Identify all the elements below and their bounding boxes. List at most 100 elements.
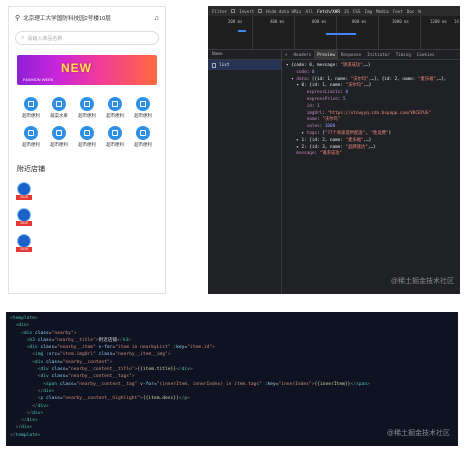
location-text: 北京理工大学国防科技园2号楼10层	[23, 16, 111, 22]
network-timeline[interactable]: 200 ms 400 ms 600 ms 800 ms 1000 ms 1200…	[208, 16, 460, 50]
category-icon	[52, 126, 66, 140]
shop-tag: 2019	[16, 195, 32, 200]
watermark: @稀土掘金技术社区	[386, 430, 450, 437]
filter-option[interactable]: Media	[376, 9, 389, 14]
category-label: 超市便利	[78, 142, 96, 147]
timeline-label: 800 ms	[352, 19, 367, 24]
shop-logo	[17, 234, 31, 248]
category-icon	[24, 97, 38, 111]
name-column-header[interactable]: Name	[208, 50, 281, 60]
category-label: 超市便利	[106, 142, 124, 147]
tab-headers[interactable]: Headers	[291, 50, 315, 59]
tab-initiator[interactable]: Initiator	[364, 50, 393, 59]
request-waterfall-bar	[326, 33, 356, 35]
filter-bar: Filter Invert Hide data URLs All Fetch/X…	[208, 6, 460, 16]
category-item[interactable]: 超市便利	[73, 97, 101, 119]
category-item[interactable]: 超市便利	[129, 126, 157, 148]
location-pin-icon: ⚲	[15, 15, 21, 22]
banner-subtext: FASHION WEEK	[23, 77, 54, 82]
promo-banner[interactable]: NEW FASHION WEEK	[17, 55, 157, 85]
checkbox-icon[interactable]	[231, 9, 236, 13]
category-item[interactable]: 超市便利	[17, 97, 45, 119]
search-icon: ⌕	[21, 34, 25, 41]
filter-option[interactable]: Doc	[407, 9, 415, 14]
timeline-label: 1200 ms	[430, 19, 447, 24]
shop-logo	[17, 208, 31, 222]
category-icon	[24, 126, 38, 140]
detail-tabs: × Headers Preview Response Initiator Tim…	[282, 50, 460, 60]
category-icon	[108, 97, 122, 111]
shop-thumbnail[interactable]: 2019	[16, 208, 32, 226]
timeline-label: 600 ms	[312, 19, 327, 24]
location-bar[interactable]: ⚲ 北京理工大学国防科技园2号楼10层 ♫	[9, 7, 165, 29]
tab-timing[interactable]: Timing	[393, 50, 414, 59]
timeline-label: 14	[454, 19, 459, 24]
mobile-preview: ⚲ 北京理工大学国防科技园2号楼10层 ♫ ⌕ 请输入商品名称 NEW FASH…	[8, 6, 166, 294]
category-label: 超市便利	[134, 113, 152, 118]
filter-option[interactable]: Invert	[239, 9, 254, 14]
category-item[interactable]: 超市便利	[129, 97, 157, 119]
timeline-label: 1000 ms	[392, 19, 409, 24]
filter-option[interactable]: W	[418, 9, 421, 14]
json-preview: ▾ {code: 0, message: "请求成功",…} code: 0 ▾…	[286, 63, 447, 157]
category-icon	[80, 97, 94, 111]
category-label: 超市便利	[78, 113, 96, 118]
tab-preview[interactable]: Preview	[314, 50, 338, 59]
shop-thumbnail[interactable]: 2019	[16, 234, 32, 252]
category-item[interactable]: 超市便利	[17, 126, 45, 148]
filter-option[interactable]: Font	[393, 9, 403, 14]
shop-tag: 2019	[16, 247, 32, 252]
category-item[interactable]: 超市便利	[101, 126, 129, 148]
category-icon	[136, 126, 150, 140]
top-panel: ⚲ 北京理工大学国防科技园2号楼10层 ♫ ⌕ 请输入商品名称 NEW FASH…	[0, 0, 465, 300]
search-placeholder: 请输入商品名称	[27, 35, 63, 42]
category-label: 超市便利	[22, 142, 40, 147]
devtools-network-panel: Filter Invert Hide data URLs All Fetch/X…	[208, 6, 460, 294]
file-icon	[212, 62, 216, 68]
watermark: @稀土掘金技术社区	[390, 278, 454, 285]
shop-thumbnail[interactable]: 2019	[16, 182, 32, 200]
request-name: list	[219, 62, 230, 68]
category-item[interactable]: 超市便利	[73, 126, 101, 148]
category-label: 蔬菜水果	[50, 113, 68, 118]
response-pane: × Headers Preview Response Initiator Tim…	[282, 50, 460, 294]
request-list: Name list	[208, 50, 282, 294]
category-icon	[136, 97, 150, 111]
request-panels: Name list × Headers Preview Response Ini…	[208, 50, 460, 294]
code-content: <template> <div> <div class="nearby"> <h…	[10, 316, 370, 438]
shop-tag: 2019	[16, 221, 32, 226]
filter-option-active[interactable]: Fetch/XHR	[317, 9, 340, 14]
category-label: 超市便利	[22, 113, 40, 118]
request-row[interactable]: list	[208, 60, 281, 70]
category-label: 超市便利	[50, 142, 68, 147]
banner-headline: NEW	[61, 61, 92, 75]
checkbox-icon[interactable]	[258, 9, 263, 13]
category-item[interactable]: 超市便利	[45, 126, 73, 148]
request-waterfall-bar	[238, 30, 246, 32]
category-item[interactable]: 超市便利	[101, 97, 129, 119]
filter-input[interactable]: Filter	[212, 9, 227, 14]
screenshot-root: ⚲ 北京理工大学国防科技园2号楼10层 ♫ ⌕ 请输入商品名称 NEW FASH…	[0, 0, 465, 449]
code-editor[interactable]: <template> <div> <div class="nearby"> <h…	[6, 312, 458, 446]
timeline-label: 200 ms	[228, 19, 243, 24]
timeline-label: 400 ms	[270, 19, 285, 24]
tab-cookies[interactable]: Cookies	[414, 50, 438, 59]
category-label: 超市便利	[106, 113, 124, 118]
shop-logo	[17, 182, 31, 196]
filter-option[interactable]: CSS	[353, 9, 361, 14]
filter-option[interactable]: All	[306, 9, 314, 14]
category-label: 超市便利	[134, 142, 152, 147]
category-item[interactable]: 蔬菜水果	[45, 97, 73, 119]
filter-option[interactable]: JS	[344, 9, 349, 14]
category-icon	[52, 97, 66, 111]
category-icon	[108, 126, 122, 140]
close-icon[interactable]: ×	[282, 50, 291, 59]
category-icon	[80, 126, 94, 140]
filter-option[interactable]: Img	[364, 9, 372, 14]
filter-option[interactable]: Hide data URLs	[266, 9, 301, 14]
tab-response[interactable]: Response	[338, 50, 364, 59]
bell-icon[interactable]: ♫	[154, 15, 159, 22]
category-grid: 超市便利 蔬菜水果 超市便利 超市便利 超市便利 超市便利 超市便利 超市便利 …	[17, 97, 157, 148]
nearby-shops-title: 附近店铺	[17, 166, 45, 173]
search-input[interactable]: ⌕ 请输入商品名称	[15, 31, 159, 45]
